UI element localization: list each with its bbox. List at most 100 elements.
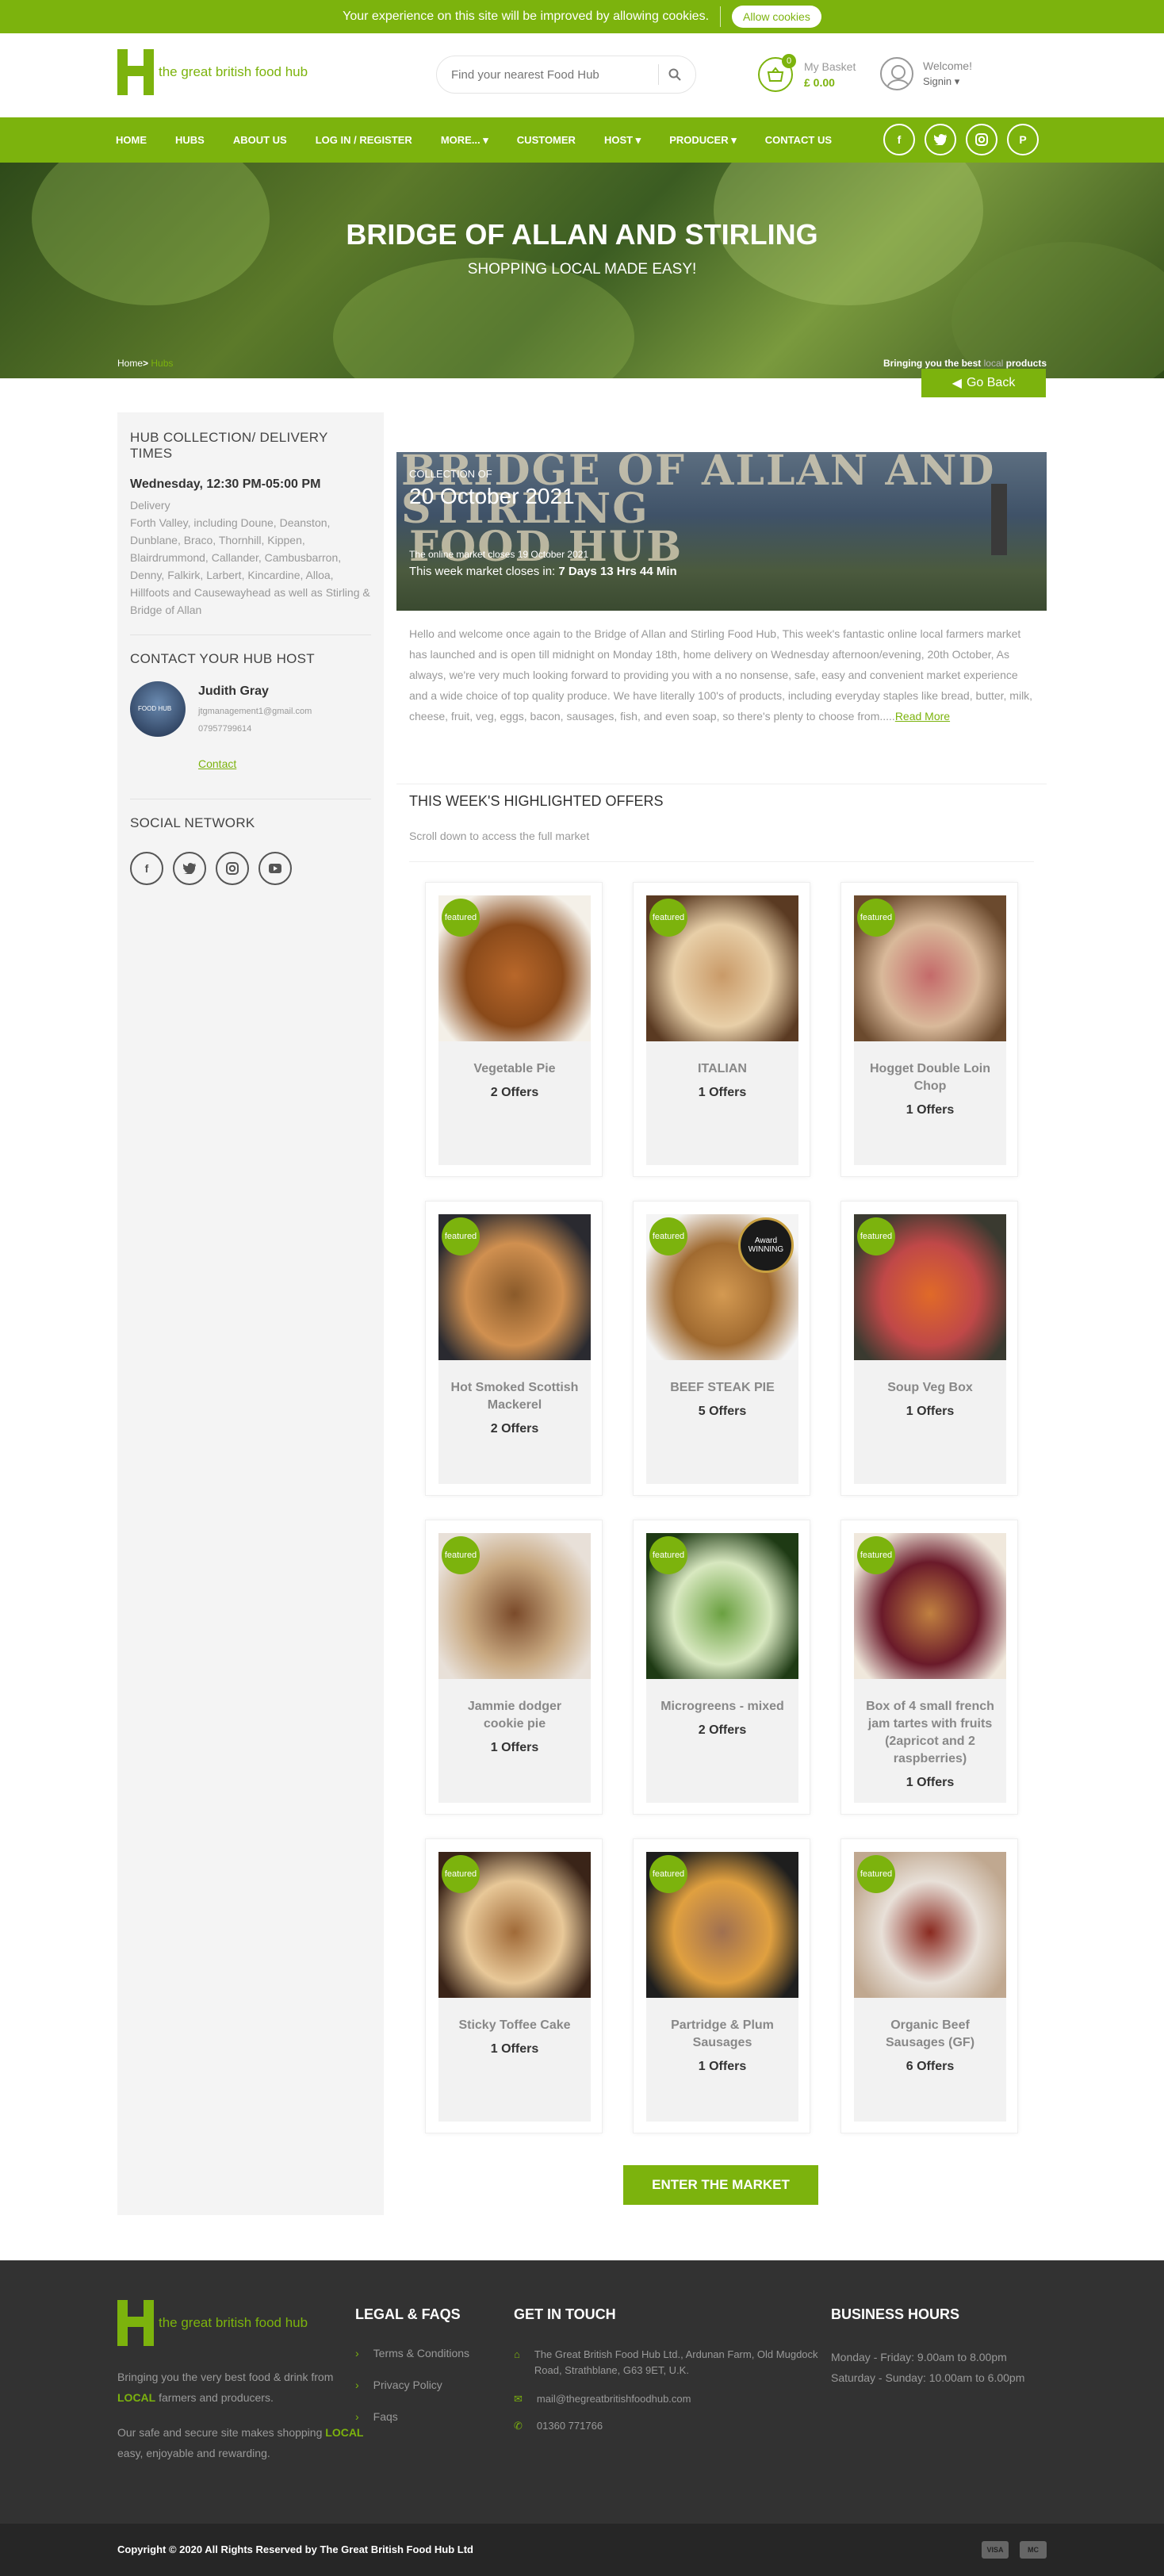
footer-logo[interactable]: the great british food hub: [117, 2300, 371, 2346]
nav-about-us[interactable]: ABOUT US: [233, 134, 287, 146]
offers-subtitle: Scroll down to access the full market: [409, 830, 590, 842]
offer-card-body: featured Hot Smoked Scottish Mackerel 2 Of…: [438, 1214, 591, 1484]
terms-link[interactable]: › Terms & Conditions: [355, 2347, 469, 2359]
user-menu[interactable]: Welcome! Signin ▾: [880, 57, 972, 90]
nav-contact-us[interactable]: CONTACT US: [765, 134, 832, 146]
footer-email[interactable]: ✉ mail@thegreatbritishfoodhub.com: [514, 2393, 847, 2405]
offer-count: 6 Offers: [906, 2060, 955, 2073]
nav-producer[interactable]: PRODUCER ▾: [669, 134, 737, 147]
offer-count: 1 Offers: [906, 1776, 955, 1789]
featured-badge: featured: [649, 1855, 687, 1893]
offer-card[interactable]: featured Partridge & Plum Sausages 1 Offer…: [633, 1838, 810, 2133]
host-email: jtgmanagement1@gmail.com: [198, 707, 312, 716]
faqs-link[interactable]: › Faqs: [355, 2410, 469, 2423]
offer-card[interactable]: featured Microgreens - mixed 2 Offers: [633, 1520, 810, 1815]
offer-name[interactable]: Soup Veg Box 1 Offers: [862, 1379, 998, 1420]
offer-count: 1 Offers: [906, 1103, 955, 1117]
offer-card[interactable]: featured BEEF STEAK PIE 5 Offers Award WINN…: [633, 1201, 810, 1496]
facebook-icon[interactable]: f: [883, 124, 915, 155]
visa-card-icon: VISA: [982, 2541, 1009, 2559]
offer-card[interactable]: featured Organic Beef Sausages (GF) 6 Offe…: [840, 1838, 1018, 2133]
faqs-label: Faqs: [373, 2410, 398, 2423]
offer-card-body: featured Hogget Double Loin Chop 1 Offers: [854, 895, 1006, 1165]
featured-badge: featured: [442, 1536, 480, 1574]
offer-name[interactable]: ITALIAN 1 Offers: [654, 1060, 791, 1102]
offer-name-text: Box of 4 small french jam tartes with fr…: [866, 1700, 994, 1765]
featured-badge: featured: [649, 899, 687, 937]
offer-card[interactable]: featured Vegetable Pie 2 Offers: [425, 882, 603, 1177]
offer-card-body: featured Jammie dodger cookie pie 1 Offers: [438, 1533, 591, 1803]
offer-card-body: featured Organic Beef Sausages (GF) 6 Offe…: [854, 1852, 1006, 2122]
site-logo[interactable]: the great british food hub: [117, 49, 308, 95]
offer-card[interactable]: featured Soup Veg Box 1 Offers: [840, 1201, 1018, 1496]
tagline-pre: Bringing you the best: [883, 358, 982, 369]
footer-phone[interactable]: ✆ 01360 771766: [514, 2420, 847, 2432]
award-winning-badge: Award WINNING: [738, 1217, 794, 1273]
offer-card-body: featured Box of 4 small french jam tartes…: [854, 1533, 1006, 1803]
footer-about-1: Bringing you the very best food & drink …: [117, 2367, 371, 2408]
touch-title: GET IN TOUCH: [514, 2306, 616, 2322]
countdown-label: This week market closes in:: [409, 565, 556, 578]
offer-name[interactable]: Organic Beef Sausages (GF) 6 Offers: [862, 2017, 998, 2076]
offer-card[interactable]: featured Sticky Toffee Cake 1 Offers: [425, 1838, 603, 2133]
offer-name[interactable]: Partridge & Plum Sausages 1 Offers: [654, 2017, 791, 2076]
offer-count: 2 Offers: [698, 1723, 747, 1737]
basket-icon[interactable]: 0: [758, 54, 796, 92]
logo-text: the great british food hub: [159, 64, 308, 79]
envelope-icon: ✉: [514, 2393, 523, 2405]
offer-name[interactable]: Sticky Toffee Cake 1 Offers: [446, 2017, 583, 2058]
featured-badge: featured: [442, 1855, 480, 1893]
facebook-icon[interactable]: f: [130, 852, 163, 885]
host-contact-link[interactable]: Contact: [198, 757, 312, 770]
search-icon[interactable]: [668, 68, 681, 81]
twitter-icon[interactable]: [173, 852, 206, 885]
nav-home[interactable]: HOME: [116, 134, 147, 146]
offer-card[interactable]: featured Box of 4 small french jam tartes…: [840, 1520, 1018, 1815]
market-closes-note: The online market closes 19 October 2021: [409, 549, 589, 560]
read-more-link[interactable]: Read More: [895, 710, 950, 723]
offer-card[interactable]: featured ITALIAN 1 Offers: [633, 882, 810, 1177]
go-back-button[interactable]: ◀ Go Back: [921, 369, 1046, 397]
twitter-icon[interactable]: [925, 124, 956, 155]
nav-customer[interactable]: CUSTOMER: [517, 134, 576, 146]
offer-card[interactable]: featured Hot Smoked Scottish Mackerel 2 Of…: [425, 1201, 603, 1496]
allow-cookies-button[interactable]: Allow cookies: [732, 6, 821, 28]
home-icon: ⌂: [514, 2348, 520, 2360]
delivery-areas: Forth Valley, including Doune, Deanston,…: [130, 516, 370, 616]
instagram-icon[interactable]: [216, 852, 249, 885]
nav-more[interactable]: MORE... ▾: [441, 134, 488, 147]
offer-card[interactable]: featured Hogget Double Loin Chop 1 Offers: [840, 882, 1018, 1177]
instagram-icon[interactable]: [966, 124, 997, 155]
offer-card[interactable]: featured Jammie dodger cookie pie 1 Offers: [425, 1520, 603, 1815]
nav-login-register[interactable]: LOG IN / REGISTER: [316, 134, 412, 146]
offer-name[interactable]: Hogget Double Loin Chop 1 Offers: [862, 1060, 998, 1119]
offer-name[interactable]: Vegetable Pie 2 Offers: [446, 1060, 583, 1102]
user-avatar-icon[interactable]: [880, 57, 913, 90]
basket-glyph-icon: [767, 67, 784, 82]
basket[interactable]: 0 My Basket £ 0.00: [758, 54, 856, 92]
privacy-link[interactable]: › Privacy Policy: [355, 2379, 469, 2391]
breadcrumb-hubs[interactable]: Hubs: [151, 358, 173, 369]
offer-name[interactable]: Jammie dodger cookie pie 1 Offers: [446, 1698, 583, 1757]
offer-name[interactable]: Hot Smoked Scottish Mackerel 2 Offers: [446, 1379, 583, 1438]
offer-name[interactable]: Microgreens - mixed 2 Offers: [654, 1698, 791, 1739]
header-social: f P: [883, 124, 1039, 155]
offer-name[interactable]: Box of 4 small french jam tartes with fr…: [862, 1698, 998, 1792]
offer-name[interactable]: BEEF STEAK PIE 5 Offers: [654, 1379, 791, 1420]
about-local: LOCAL: [117, 2391, 156, 2404]
youtube-icon[interactable]: [258, 852, 292, 885]
search-input[interactable]: [451, 67, 649, 82]
footer-hours: BUSINESS HOURS Monday - Friday: 9.00am t…: [831, 2306, 1024, 2388]
tagline-local: local: [983, 358, 1004, 369]
enter-market-button[interactable]: ENTER THE MARKET: [623, 2165, 818, 2205]
breadcrumb: Home> Hubs: [117, 358, 173, 369]
logo-h-icon: [117, 49, 154, 95]
nav-hubs[interactable]: HUBS: [175, 134, 205, 146]
offer-card-body: featured Partridge & Plum Sausages 1 Offer…: [646, 1852, 798, 2122]
pinterest-icon[interactable]: P: [1007, 124, 1039, 155]
signin-link[interactable]: Signin ▾: [923, 75, 972, 88]
breadcrumb-home[interactable]: Home: [117, 358, 143, 369]
intro-text: Hello and welcome once again to the Brid…: [409, 627, 1033, 723]
hub-search: [436, 56, 696, 94]
nav-host[interactable]: HOST ▾: [604, 134, 641, 147]
